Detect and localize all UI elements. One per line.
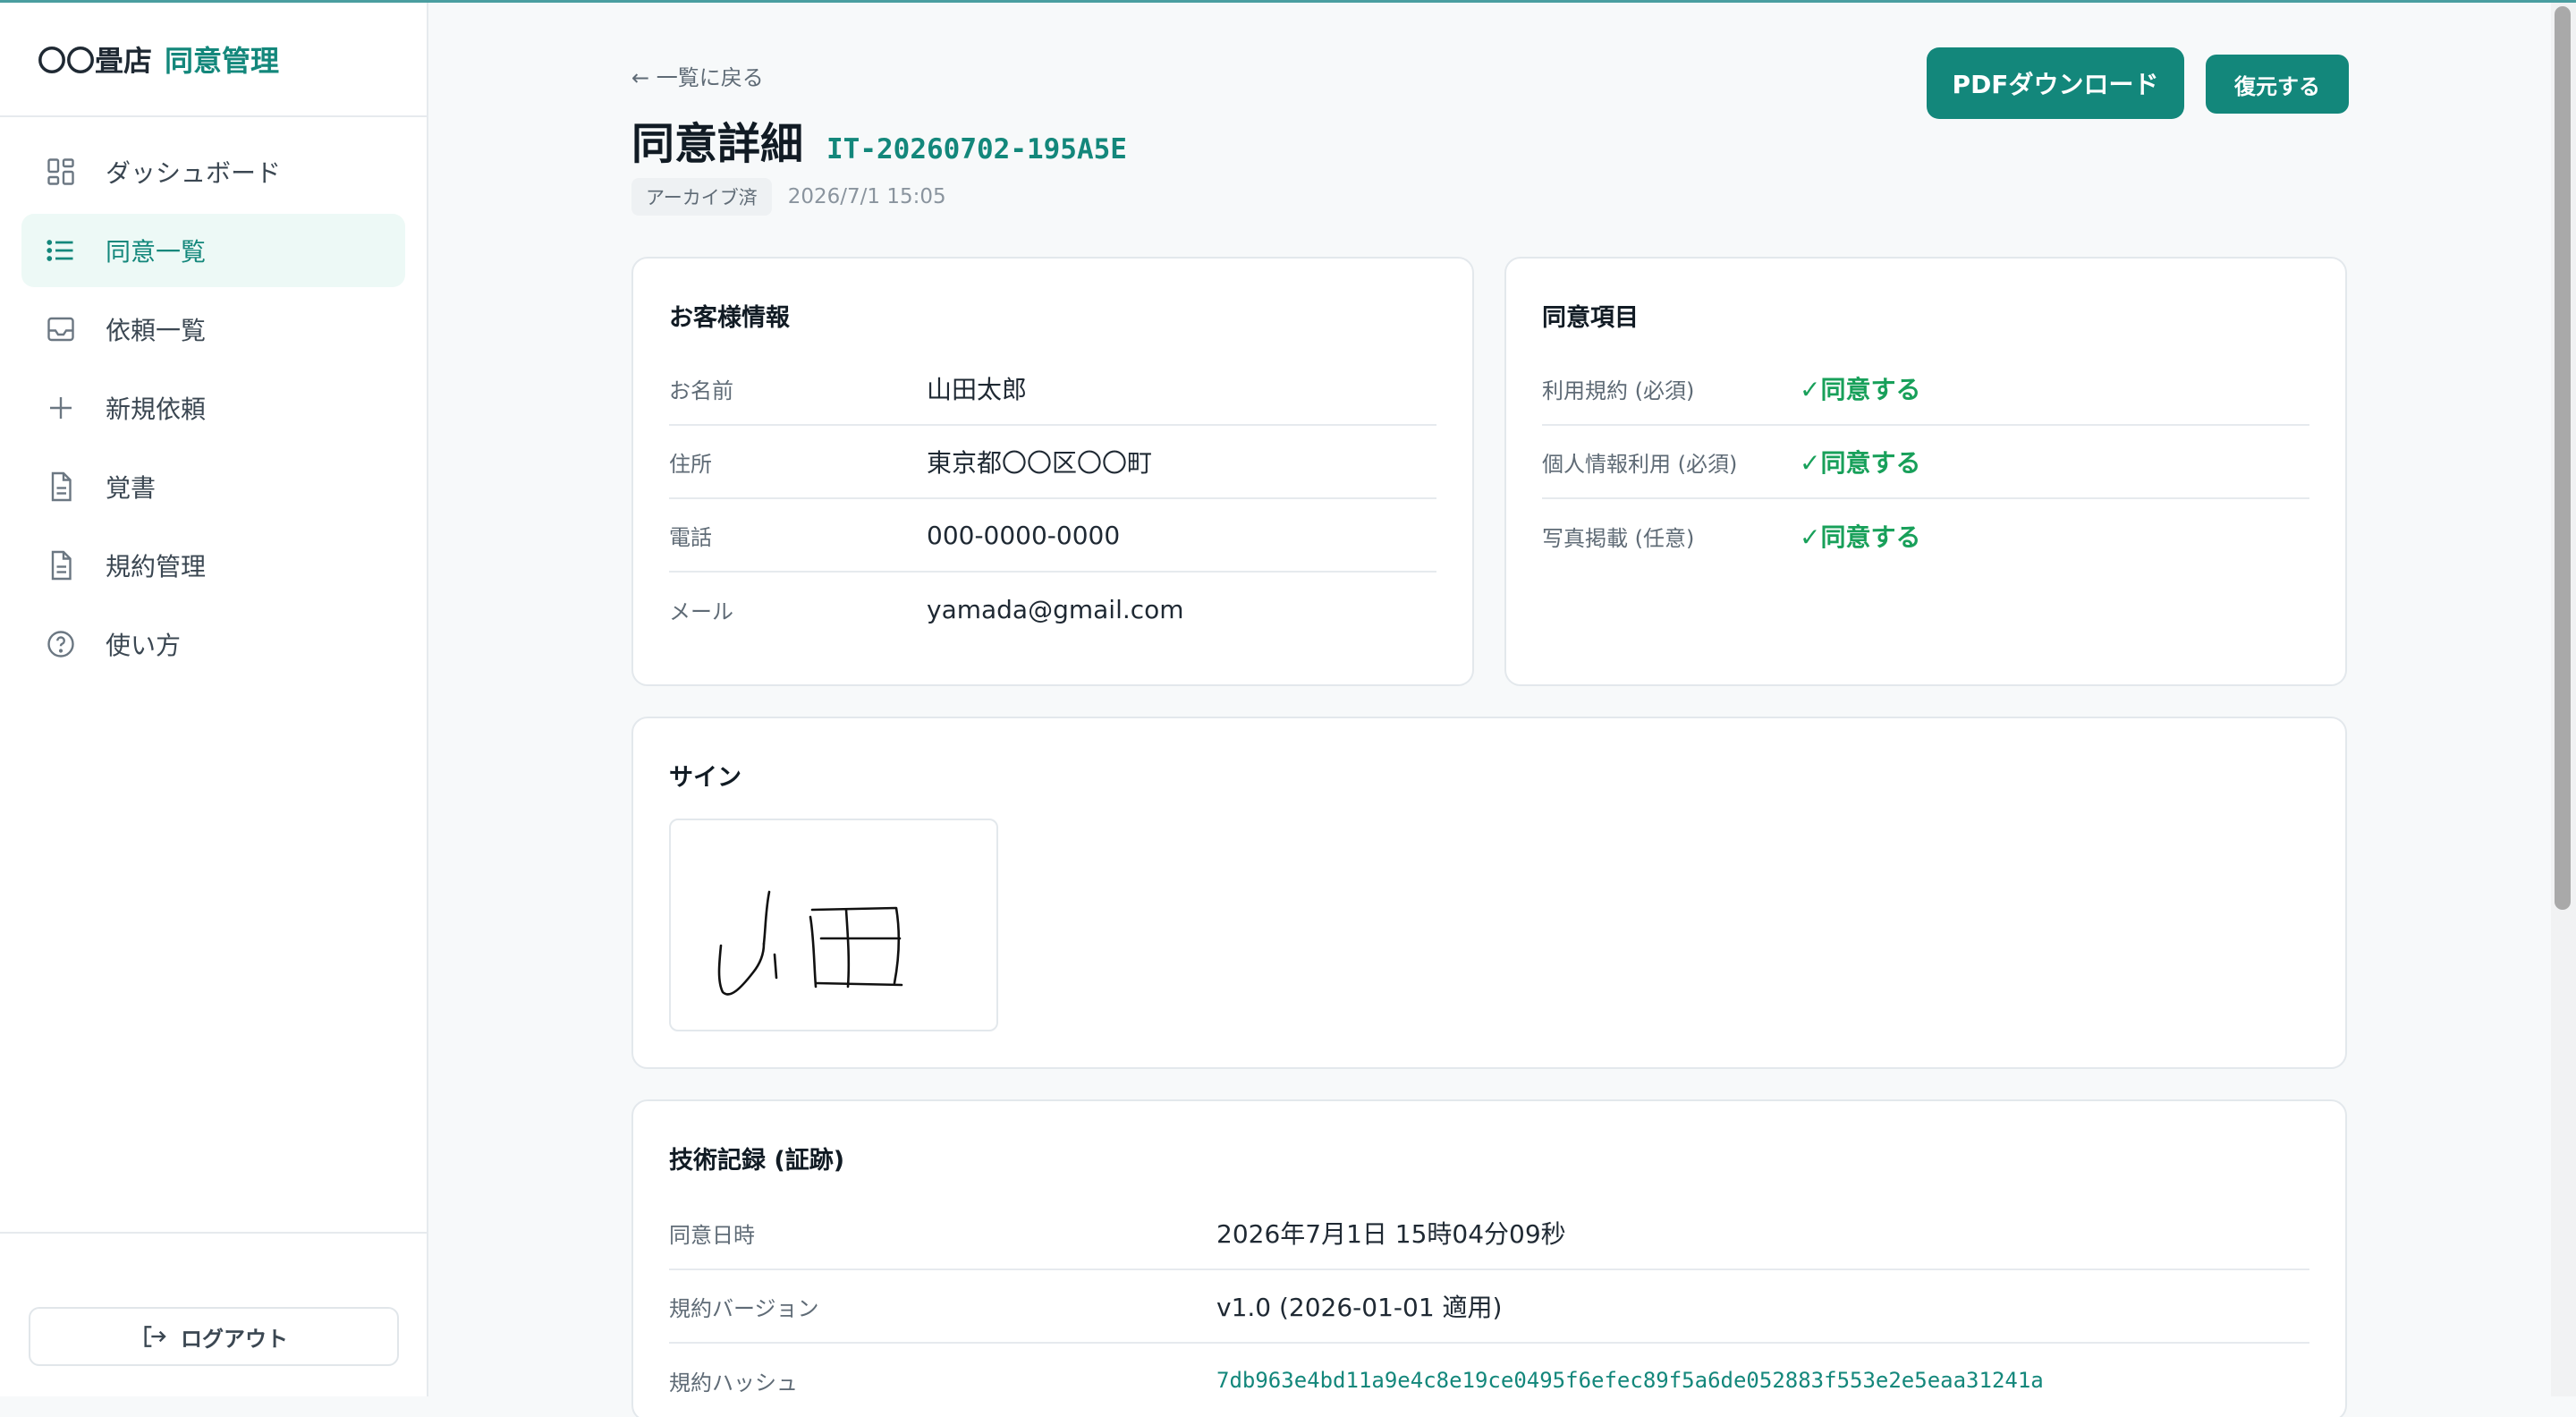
list-icon <box>43 233 79 268</box>
back-to-list-link[interactable]: ← 一覧に戻る <box>631 60 764 91</box>
card-title: 同意項目 <box>1542 304 1639 332</box>
field-value: 000-0000-0000 <box>927 520 1121 550</box>
customer-row-email: メール yamada@gmail.com <box>669 573 1436 646</box>
sidebar-nav: ダッシュボード 同意一覧 依頼一覧 新規依頼 覚書 規約管理 使い方 <box>0 117 427 704</box>
field-label: 同意日時 <box>669 1222 755 1248</box>
sidebar-item-help[interactable]: 使い方 <box>21 607 405 681</box>
sidebar-item-label: 新規依頼 <box>106 395 207 424</box>
customer-row-phone: 電話 000-0000-0000 <box>669 499 1436 573</box>
plus-icon <box>43 390 79 426</box>
field-label: お名前 <box>669 378 733 403</box>
field-label: 利用規約 (必須) <box>1542 378 1695 403</box>
scrollbar-thumb[interactable] <box>2555 6 2571 910</box>
field-label: 住所 <box>669 451 712 477</box>
created-timestamp: 2026/7/1 15:05 <box>787 185 946 208</box>
sidebar-item-new-request[interactable]: 新規依頼 <box>21 371 405 445</box>
consent-items-list: 利用規約 (必須) ✓同意する 個人情報利用 (必須) ✓同意する 写真掲載 (… <box>1542 352 2309 573</box>
status-badge: アーカイブ済 <box>631 178 772 216</box>
restore-button[interactable]: 復元する <box>2206 55 2349 114</box>
technical-record-list: 同意日時 2026年7月1日 15時04分09秒 規約バージョン v1.0 (2… <box>669 1197 2309 1417</box>
field-label: 電話 <box>669 524 712 550</box>
brand-store-name: 〇〇畳店 <box>38 44 153 78</box>
document-icon <box>43 547 79 583</box>
field-value: v1.0 (2026-01-01 適用) <box>1216 1293 1503 1322</box>
card-title: サイン <box>669 764 741 792</box>
logout-button[interactable]: ログアウト <box>29 1307 399 1366</box>
consent-status: ✓同意する <box>1800 522 1921 552</box>
sidebar: 〇〇畳店 同意管理 ダッシュボード 同意一覧 依頼一覧 新規依頼 覚書 規約管理… <box>0 3 428 1396</box>
help-icon <box>43 626 79 662</box>
customer-row-address: 住所 東京都〇〇区〇〇町 <box>669 426 1436 499</box>
field-label: メール <box>669 598 733 624</box>
field-value: 2026年7月1日 15時04分09秒 <box>1216 1219 1566 1249</box>
sidebar-item-terms[interactable]: 規約管理 <box>21 529 405 602</box>
title-row: 同意詳細 IT-20260702-195A5E <box>631 108 1127 171</box>
consent-status: ✓同意する <box>1800 448 1921 478</box>
consent-row-photo: 写真掲載 (任意) ✓同意する <box>1542 499 2309 573</box>
signature-card: サイン <box>631 717 2347 1069</box>
page-title: 同意詳細 <box>631 119 804 169</box>
tech-row-consent-datetime: 同意日時 2026年7月1日 15時04分09秒 <box>669 1197 2309 1270</box>
main-content: ← 一覧に戻る 同意詳細 IT-20260702-195A5E アーカイブ済 2… <box>631 3 2349 1417</box>
brand-app-name: 同意管理 <box>165 44 280 78</box>
sidebar-item-label: 同意一覧 <box>106 237 207 267</box>
field-label: 規約ハッシュ <box>669 1370 798 1396</box>
sidebar-item-dashboard[interactable]: ダッシュボード <box>21 135 405 208</box>
field-label: 規約バージョン <box>669 1295 819 1321</box>
consent-row-privacy: 個人情報利用 (必須) ✓同意する <box>1542 426 2309 499</box>
sidebar-item-label: 使い方 <box>106 631 182 660</box>
customer-info-list: お名前 山田太郎 住所 東京都〇〇区〇〇町 電話 000-0000-0000 メ… <box>669 352 1436 646</box>
logout-label: ログアウト <box>181 1326 288 1352</box>
card-title: 技術記録 (証跡) <box>669 1147 845 1175</box>
consent-row-terms: 利用規約 (必須) ✓同意する <box>1542 352 2309 426</box>
tech-row-terms-version: 規約バージョン v1.0 (2026-01-01 適用) <box>669 1270 2309 1344</box>
sidebar-item-label: 依頼一覧 <box>106 316 207 345</box>
app-window: 〇〇畳店 同意管理 ダッシュボード 同意一覧 依頼一覧 新規依頼 覚書 規約管理… <box>0 0 2576 1417</box>
sidebar-item-request-list[interactable]: 依頼一覧 <box>21 293 405 366</box>
terms-hash-value: 7db963e4bd11a9e4c8e19ce0495f6efec89f5a6d… <box>1216 1368 2044 1393</box>
inbox-icon <box>43 311 79 347</box>
customer-row-name: お名前 山田太郎 <box>669 352 1436 426</box>
field-label: 個人情報利用 (必須) <box>1542 451 1738 477</box>
scrollbar[interactable] <box>2551 3 2576 1396</box>
sidebar-item-label: 覚書 <box>106 473 157 503</box>
logout-icon <box>144 1326 166 1347</box>
sidebar-footer: ログアウト <box>0 1232 427 1396</box>
field-label: 写真掲載 (任意) <box>1542 525 1695 551</box>
sidebar-item-label: ダッシュボード <box>106 158 282 188</box>
brand: 〇〇畳店 同意管理 <box>0 3 427 117</box>
field-value: 東京都〇〇区〇〇町 <box>927 448 1153 478</box>
sidebar-item-consent-list[interactable]: 同意一覧 <box>21 214 405 287</box>
pdf-download-button[interactable]: PDFダウンロード <box>1927 47 2184 119</box>
field-value: 山田太郎 <box>927 375 1028 404</box>
signature-image <box>669 819 998 1031</box>
sidebar-item-label: 規約管理 <box>106 552 207 581</box>
sidebar-item-memo[interactable]: 覚書 <box>21 450 405 523</box>
document-icon <box>43 469 79 505</box>
tech-row-terms-hash: 規約ハッシュ 7db963e4bd11a9e4c8e19ce0495f6efec… <box>669 1344 2309 1417</box>
consent-id: IT-20260702-195A5E <box>826 133 1127 165</box>
dashboard-icon <box>43 154 79 190</box>
meta-row: アーカイブ済 2026/7/1 15:05 <box>631 178 946 216</box>
field-value: yamada@gmail.com <box>927 594 1184 624</box>
consent-status: ✓同意する <box>1800 375 1921 404</box>
